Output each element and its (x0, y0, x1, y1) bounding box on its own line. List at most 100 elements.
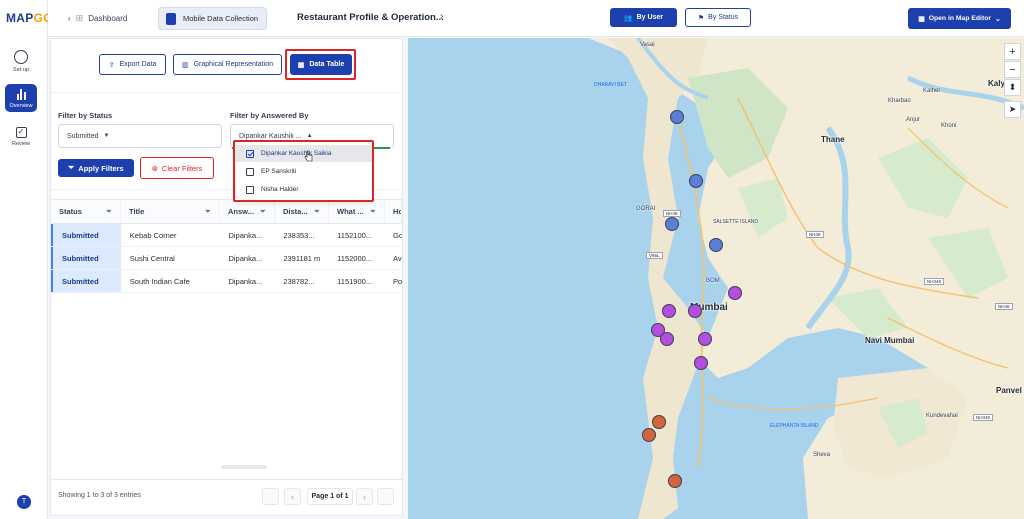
map-marker-orange[interactable] (642, 428, 656, 442)
map-marker-orange[interactable] (668, 474, 682, 488)
first-page-button[interactable] (262, 488, 279, 505)
map-marker-blue[interactable] (665, 217, 679, 231)
export-data-label: Export Data (119, 61, 157, 68)
locate-button[interactable]: ➤ (1004, 101, 1021, 118)
map-view[interactable]: Thane Mumbai Navi Mumbai Panvel Kaly SAL… (408, 38, 1024, 519)
data-table-button[interactable]: ▦ Data Table (290, 54, 352, 75)
prev-page-button[interactable]: ‹ (284, 488, 301, 505)
distance-cell: 238353... (283, 230, 315, 240)
answered-cell: Dipanka... (228, 276, 263, 286)
map-marker-orange[interactable] (652, 415, 666, 429)
road-badge: NH48 (995, 303, 1013, 310)
map-label-thane: Thane (821, 135, 845, 144)
horizontal-scrollbar[interactable] (221, 465, 267, 469)
road-badge: NH48 (806, 231, 824, 238)
rail-item-overview[interactable]: Overview (5, 84, 37, 112)
chevron-right-icon: › (363, 491, 366, 502)
open-map-editor-label: Open in Map Editor (928, 15, 992, 22)
location-arrow-icon: ➤ (1008, 104, 1017, 114)
compass-button[interactable]: ⬍ (1004, 79, 1021, 96)
map-label-vasai: Vasai (640, 42, 655, 48)
road-badge: NH348 (924, 278, 945, 285)
users-icon: 👥 (623, 14, 633, 22)
map-label-navi-mumbai: Navi Mumbai (865, 336, 915, 345)
map-label-khoni: Khoni (941, 123, 957, 129)
breadcrumb-dashboard[interactable]: ‹ ⊞ Dashboard (62, 10, 133, 27)
open-map-editor-button[interactable]: ▦ Open in Map Editor ⌄ (908, 8, 1011, 29)
map-marker-purple[interactable] (660, 332, 674, 346)
map-marker-blue[interactable] (689, 174, 703, 188)
avatar[interactable]: T (17, 495, 31, 509)
map-marker-purple[interactable] (662, 304, 676, 318)
filter-icon[interactable]: ⏷ (205, 207, 211, 217)
chevron-left-icon: ‹ (68, 14, 71, 23)
by-user-button[interactable]: 👥 By User (610, 8, 677, 27)
zoom-out-button[interactable]: − (1004, 61, 1021, 78)
status-cell: Submitted (51, 270, 121, 292)
flag-icon: ⚑ (697, 14, 705, 22)
filter-icon[interactable]: ⏷ (106, 207, 112, 217)
rail-item-setup[interactable]: Set up (4, 50, 38, 73)
map-marker-purple[interactable] (694, 356, 708, 370)
column-header-distance[interactable]: Dista... ⏷ (275, 200, 329, 223)
title-cell: Sushi Central (129, 253, 175, 263)
column-header-ho[interactable]: Ho (385, 200, 402, 223)
column-header-what[interactable]: What ... ⏷ (329, 200, 385, 223)
divider (51, 479, 402, 480)
breadcrumb-dashboard-label: Dashboard (88, 14, 128, 23)
chevron-right-icon[interactable]: › (440, 11, 443, 22)
table-icon: ▦ (297, 61, 305, 69)
map-marker-blue[interactable] (670, 110, 684, 124)
by-status-label: By Status (708, 14, 739, 21)
filter-status-label: Filter by Status (58, 111, 113, 120)
map-label-dharavi-bet: DHARAVI BET (594, 82, 627, 88)
map-label-anjur: Anjur (906, 117, 921, 123)
map-label-salsette: SALSETTE ISLAND (713, 219, 759, 225)
data-table-label: Data Table (309, 61, 345, 68)
last-page-button[interactable] (377, 488, 394, 505)
column-header-status[interactable]: Status ⏷ (51, 200, 121, 223)
page-title: Restaurant Profile & Operation... (297, 12, 444, 23)
checkbox-icon: ✓ (15, 127, 27, 138)
next-page-button[interactable]: › (356, 488, 373, 505)
table-row[interactable]: Submitted Sushi Central Dipanka... 23911… (51, 247, 402, 270)
by-user-label: By User (636, 14, 664, 21)
top-bar: ‹ ⊞ Dashboard Mobile Data Collection Res… (48, 0, 1024, 37)
divider (51, 92, 402, 93)
ho-cell: Av (393, 253, 402, 263)
map-marker-blue[interactable] (709, 238, 723, 252)
map-label-elephanta: ELEPHANTA ISLAND (770, 423, 819, 429)
title-cell: Kebab Corner (129, 230, 177, 240)
status-select-value: Submitted (67, 132, 99, 140)
column-header-title[interactable]: Title ⏷ (121, 200, 220, 223)
apply-filters-button[interactable]: ⏷ Apply Filters (58, 159, 134, 177)
graphical-representation-button[interactable]: ▥ Graphical Representation (173, 54, 282, 75)
clear-filters-button[interactable]: ⊗ Clear Filters (140, 157, 214, 179)
caret-down-icon: ▼ (103, 133, 110, 139)
status-select[interactable]: Submitted ▼ (58, 124, 222, 148)
table-row[interactable]: Submitted South Indian Cafe Dipanka... 2… (51, 270, 402, 293)
table-row[interactable]: Submitted Kebab Corner Dipanka... 238353… (51, 224, 402, 247)
map-marker-purple[interactable] (698, 332, 712, 346)
rail-item-review[interactable]: ✓ Review (4, 127, 38, 147)
map-marker-purple[interactable] (728, 286, 742, 300)
pagination-summary: Showing 1 to 3 of 3 entries (58, 492, 141, 499)
map-marker-purple[interactable] (688, 304, 702, 318)
filter-icon[interactable]: ⏷ (314, 207, 320, 217)
filter-icon[interactable]: ⏷ (260, 207, 266, 217)
map-label-kalher: Kalher (923, 88, 941, 94)
chevron-down-icon: ⌄ (995, 15, 1001, 23)
filter-icon[interactable]: ⏷ (370, 207, 376, 217)
breadcrumb-collection-label: Mobile Data Collection (183, 14, 259, 23)
app-logo[interactable]: MAPGG (6, 11, 53, 25)
zoom-in-button[interactable]: + (1004, 43, 1021, 60)
page-indicator: Page 1 of 1 (307, 488, 353, 505)
breadcrumb-collection[interactable]: Mobile Data Collection (158, 7, 268, 30)
by-status-button[interactable]: ⚑ By Status (685, 8, 751, 27)
left-rail: MAPGG Set up Overview ✓ Review T (0, 0, 53, 519)
export-data-button[interactable]: ⇪ Export Data (99, 54, 166, 75)
map-label-kundevahal: Kundevahal (926, 413, 958, 419)
map-label-bom: BOM (706, 278, 720, 284)
column-header-answered[interactable]: Answ... ⏷ (220, 200, 275, 223)
table-header: Status ⏷ Title ⏷ Answ... ⏷ Dista... ⏷ What .… (51, 199, 402, 224)
